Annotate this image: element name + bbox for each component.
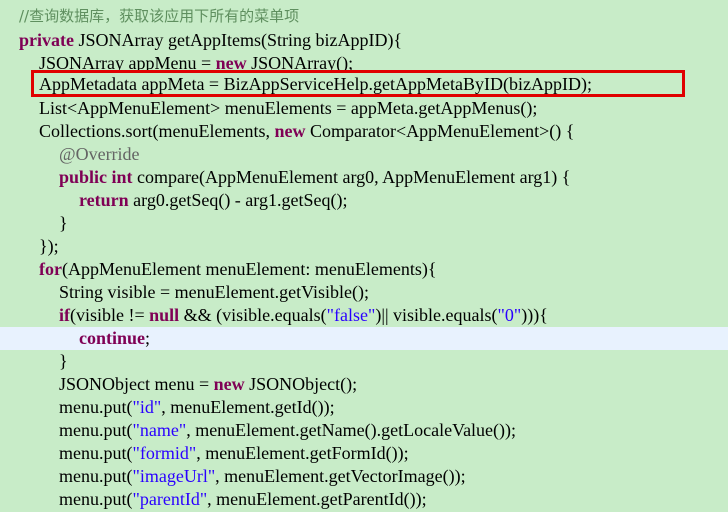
code-text: (AppMenuElement menuElement: menuElement… bbox=[61, 259, 437, 279]
code-line-comment[interactable]: //查询数据库，获取该应用下所有的菜单项 bbox=[0, 4, 728, 27]
code-line[interactable]: List<AppMenuElement> menuElements = appM… bbox=[0, 97, 728, 120]
code-text: menu.put( bbox=[59, 443, 133, 463]
code-text: menu.put( bbox=[59, 420, 133, 440]
code-line[interactable]: menu.put("id", menuElement.getId()); bbox=[0, 396, 728, 419]
code-line[interactable]: }); bbox=[0, 235, 728, 258]
code-line[interactable]: menu.put("formid", menuElement.getFormId… bbox=[0, 442, 728, 465]
code-line[interactable]: menu.put("name", menuElement.getName().g… bbox=[0, 419, 728, 442]
code-line-current[interactable]: continue; bbox=[0, 327, 728, 350]
string-literal: "parentId" bbox=[132, 489, 208, 509]
highlight-box bbox=[31, 70, 685, 97]
code-text: String visible = menuElement.getVisible(… bbox=[59, 282, 370, 302]
code-line[interactable]: Collections.sort(menuElements, new Compa… bbox=[0, 120, 728, 143]
code-text: List<AppMenuElement> menuElements = appM… bbox=[39, 98, 538, 118]
keyword: continue bbox=[79, 328, 146, 348]
keyword: null bbox=[149, 305, 180, 325]
code-text: , menuElement.getVectorImage()); bbox=[215, 466, 466, 486]
code-line[interactable]: if(visible != null && (visible.equals("f… bbox=[0, 304, 728, 327]
code-text: , menuElement.getFormId()); bbox=[196, 443, 409, 463]
keyword: return bbox=[79, 190, 129, 210]
keyword: if bbox=[59, 305, 70, 325]
code-text: compare(AppMenuElement arg0, AppMenuElem… bbox=[132, 167, 571, 187]
code-line[interactable]: return arg0.getSeq() - arg1.getSeq(); bbox=[0, 189, 728, 212]
string-literal: "false" bbox=[326, 305, 376, 325]
keyword: new bbox=[274, 121, 306, 141]
string-literal: "0" bbox=[497, 305, 522, 325]
code-text: Comparator<AppMenuElement>() { bbox=[305, 121, 575, 141]
string-literal: "id" bbox=[132, 397, 162, 417]
code-text: (visible != bbox=[70, 305, 150, 325]
string-literal: "name" bbox=[132, 420, 187, 440]
code-text: }); bbox=[39, 236, 59, 256]
code-line[interactable]: private JSONArray getAppItems(String biz… bbox=[0, 29, 728, 52]
keyword: for bbox=[39, 259, 62, 279]
code-text: menu.put( bbox=[59, 489, 133, 509]
code-text: menu.put( bbox=[59, 397, 133, 417]
code-line[interactable]: String visible = menuElement.getVisible(… bbox=[0, 281, 728, 304]
code-text: JSONArray getAppItems(String bizAppID){ bbox=[73, 30, 403, 50]
code-editor[interactable]: //查询数据库，获取该应用下所有的菜单项 private JSONArray g… bbox=[0, 0, 728, 512]
code-text: , menuElement.getName().getLocaleValue()… bbox=[186, 420, 517, 440]
code-text: Collections.sort(menuElements, bbox=[39, 121, 275, 141]
code-text: && (visible.equals( bbox=[179, 305, 327, 325]
code-text: )|| visible.equals( bbox=[375, 305, 498, 325]
code-text: arg0.getSeq() - arg1.getSeq(); bbox=[128, 190, 348, 210]
code-text: , menuElement.getParentId()); bbox=[207, 489, 427, 509]
code-line[interactable]: } bbox=[0, 212, 728, 235]
code-text: , menuElement.getId()); bbox=[161, 397, 335, 417]
code-text: JSONObject(); bbox=[244, 374, 358, 394]
code-line[interactable]: menu.put("parentId", menuElement.getPare… bbox=[0, 488, 728, 511]
code-line[interactable]: menu.put("imageUrl", menuElement.getVect… bbox=[0, 465, 728, 488]
code-line[interactable]: @Override bbox=[0, 143, 728, 166]
string-literal: "imageUrl" bbox=[132, 466, 216, 486]
string-literal: "formid" bbox=[132, 443, 197, 463]
code-line[interactable]: } bbox=[0, 350, 728, 373]
code-line[interactable]: JSONObject menu = new JSONObject(); bbox=[0, 373, 728, 396]
code-text: } bbox=[59, 351, 68, 371]
code-line[interactable]: for(AppMenuElement menuElement: menuElem… bbox=[0, 258, 728, 281]
code-text: } bbox=[59, 213, 68, 233]
code-line[interactable]: public int compare(AppMenuElement arg0, … bbox=[0, 166, 728, 189]
code-text: ))){ bbox=[521, 305, 548, 325]
code-text: JSONObject menu = bbox=[59, 374, 214, 394]
comment-text: //查询数据库，获取该应用下所有的菜单项 bbox=[19, 7, 300, 25]
code-text: menu.put( bbox=[59, 466, 133, 486]
keyword: public int bbox=[59, 167, 133, 187]
code-text: ; bbox=[145, 328, 151, 348]
keyword: private bbox=[19, 30, 74, 50]
annotation: @Override bbox=[59, 144, 140, 164]
keyword: new bbox=[213, 374, 245, 394]
